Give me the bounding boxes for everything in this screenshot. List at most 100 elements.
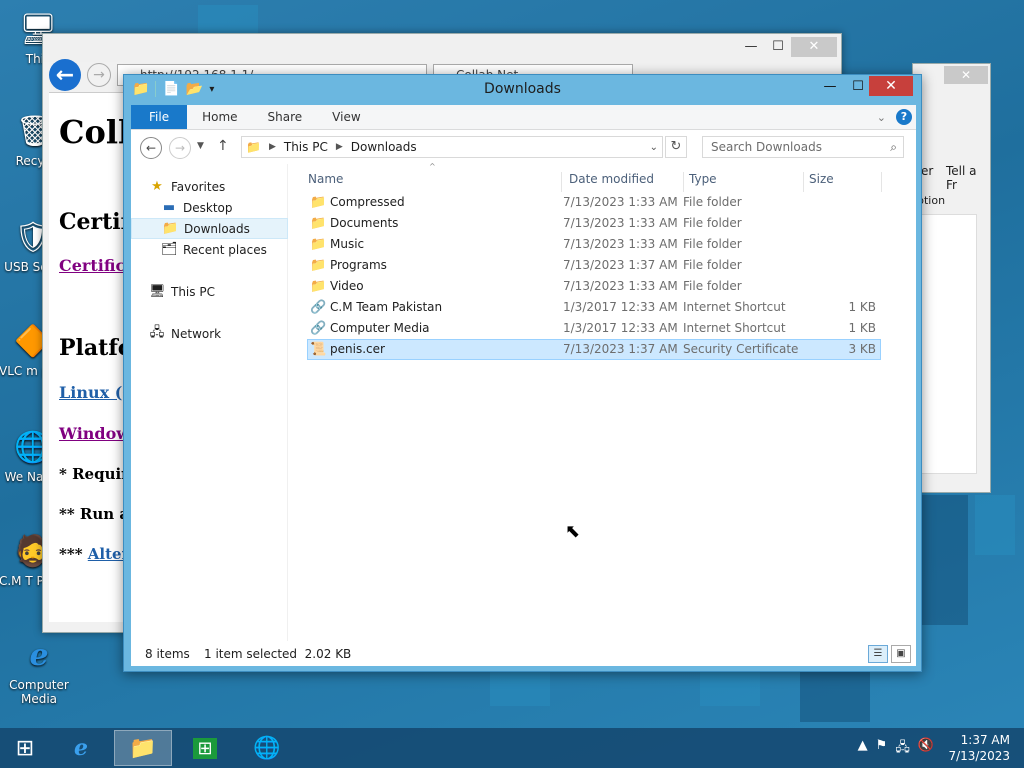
file-name: Music xyxy=(330,237,365,251)
tab-home[interactable]: Home xyxy=(187,105,252,129)
file-row[interactable]: 📁 Video 7/13/2023 1:33 AM File folder xyxy=(307,276,881,297)
nav-this-pc[interactable]: 🖥 This PC xyxy=(131,281,288,302)
breadcrumb[interactable]: 📁 ▶ This PC ▶ Downloads ⌄ xyxy=(241,136,663,158)
column-header-type[interactable]: Type xyxy=(689,172,717,192)
file-size: 1 KB xyxy=(848,300,876,314)
desktop-icon: ▬ xyxy=(162,200,176,215)
file-row[interactable]: 📁 Music 7/13/2023 1:33 AM File folder xyxy=(307,234,881,255)
file-name: C.M Team Pakistan xyxy=(330,300,443,314)
file-row[interactable]: 📁 Documents 7/13/2023 1:33 AM File folder xyxy=(307,213,881,234)
minimize-icon[interactable]: — xyxy=(816,77,844,97)
file-type: File folder xyxy=(683,216,742,230)
taskbar-store[interactable]: ⊞ xyxy=(176,730,234,766)
chevron-up-icon[interactable]: ▲ xyxy=(858,738,868,760)
file-list: ^ Name Date modified Type Size 📁 Compress… xyxy=(301,162,916,641)
desktop-tile xyxy=(800,672,870,722)
linux-link[interactable]: Linux (s xyxy=(59,383,131,402)
column-header-size[interactable]: Size xyxy=(809,172,834,192)
flag-icon[interactable]: ⚑ xyxy=(876,738,888,760)
volume-muted-icon[interactable]: 🔇 xyxy=(918,738,934,760)
tab-share[interactable]: Share xyxy=(253,105,318,129)
file-name: Documents xyxy=(330,216,399,230)
computer-icon: 🖥 xyxy=(149,284,166,299)
windows-link[interactable]: Window xyxy=(59,424,130,443)
file-name: penis.cer xyxy=(330,342,385,356)
windows-logo-icon: ⊞ xyxy=(15,735,35,761)
file-row[interactable]: 🔗 Computer Media 1/3/2017 12:33 AM Internet… xyxy=(307,318,881,339)
navigation-bar: ← → ▼ ↑ 📁 ▶ This PC ▶ Downloads ⌄ ↻ Sear… xyxy=(131,130,916,164)
file-name: Programs xyxy=(330,258,387,272)
taskbar-file-explorer[interactable]: 📁 xyxy=(114,730,172,766)
chevron-right-icon[interactable]: ▶ xyxy=(336,142,343,152)
file-name: Computer Media xyxy=(330,321,430,335)
close-icon[interactable]: ✕ xyxy=(791,37,837,57)
store-icon: ⊞ xyxy=(193,737,217,759)
status-bar: 8 items 1 item selected 2.02 KB ☰ ▣ xyxy=(131,641,916,666)
desktop-tile xyxy=(975,495,1015,555)
nav-downloads[interactable]: 📁 Downloads xyxy=(131,218,288,239)
nav-network[interactable]: 🖧 Network xyxy=(131,323,288,344)
back-arrow-icon[interactable]: ← xyxy=(49,59,81,91)
nav-recent-places[interactable]: 🗂 Recent places xyxy=(131,239,288,260)
folder-icon: 📁 xyxy=(310,258,327,273)
chevron-down-icon[interactable]: ⌄ xyxy=(650,142,658,153)
refresh-icon[interactable]: ↻ xyxy=(665,136,687,158)
file-type: File folder xyxy=(683,258,742,272)
clock[interactable]: 1:37 AM 7/13/2023 xyxy=(948,732,1010,764)
file-size: 1 KB xyxy=(848,321,876,335)
forward-arrow-icon[interactable]: → xyxy=(87,63,111,87)
internet-explorer-icon: ℯ xyxy=(29,638,49,673)
selection-info: 1 item selected 2.02 KB xyxy=(204,647,352,661)
network-icon: 🖧 xyxy=(149,324,165,340)
file-date: 1/3/2017 12:33 AM xyxy=(563,321,678,335)
file-row[interactable]: 📁 Compressed 7/13/2023 1:33 AM File folder xyxy=(307,192,881,213)
maximize-icon[interactable]: ☐ xyxy=(844,77,872,97)
network-icon[interactable]: 🖧 xyxy=(895,738,910,760)
file-date: 7/13/2023 1:33 AM xyxy=(563,216,678,230)
file-row[interactable]: 📁 Programs 7/13/2023 1:37 AM File folder xyxy=(307,255,881,276)
breadcrumb-this-pc[interactable]: This PC xyxy=(284,140,328,154)
forward-arrow-icon[interactable]: → xyxy=(169,137,191,159)
large-icons-view-icon[interactable]: ▣ xyxy=(891,645,911,663)
back-arrow-icon[interactable]: ← xyxy=(140,137,162,159)
taskbar-internet-explorer[interactable]: ℯ xyxy=(52,730,110,766)
mouse-cursor-icon: ⬉ xyxy=(565,521,581,542)
list-panel xyxy=(915,214,977,474)
folder-icon: 📁 xyxy=(129,735,157,761)
tab-file[interactable]: File xyxy=(131,105,188,129)
background-window[interactable]: ✕ er Tell a Fr ption xyxy=(912,63,991,493)
explorer-titlebar[interactable]: 📁 📄 📂 ▾ Downloads — ☐ ✕ xyxy=(124,75,921,105)
system-tray: ▲ ⚑ 🖧 🔇 xyxy=(858,738,934,760)
close-icon[interactable]: ✕ xyxy=(944,66,988,84)
search-icon[interactable]: ⌕ xyxy=(890,137,897,157)
tell-a-friend-button[interactable]: Tell a Fr xyxy=(946,164,990,192)
chevron-right-icon[interactable]: ▶ xyxy=(269,142,276,152)
folder-icon: 📁 xyxy=(310,279,327,294)
file-row[interactable]: 🔗 C.M Team Pakistan 1/3/2017 12:33 AM Inter… xyxy=(307,297,881,318)
tab-view[interactable]: View xyxy=(317,105,375,129)
certificate-icon: 📜 xyxy=(310,342,327,357)
taskbar-download-manager[interactable]: 🌐 xyxy=(238,730,296,766)
desktop-icon-computer-media[interactable]: ℯ Computer Media xyxy=(4,636,74,707)
breadcrumb-downloads[interactable]: Downloads xyxy=(351,140,417,154)
file-row[interactable]: 📜 penis.cer 7/13/2023 1:37 AM Security Cert… xyxy=(307,339,881,360)
sort-arrow-icon: ^ xyxy=(429,162,436,171)
search-input[interactable]: Search Downloads ⌕ xyxy=(702,136,904,158)
internet-explorer-icon: ℯ xyxy=(74,735,88,761)
nav-favorites[interactable]: ★ Favorites xyxy=(131,176,288,197)
ribbon-tabs: File Home Share View ⌄ ? xyxy=(131,105,916,130)
recent-locations-icon[interactable]: ▼ xyxy=(197,141,204,151)
file-type: Security Certificate xyxy=(683,342,799,356)
folder-icon: 📁 xyxy=(246,140,261,154)
downloads-folder-icon: 📁 xyxy=(162,221,179,236)
explorer-window[interactable]: 📁 📄 📂 ▾ Downloads — ☐ ✕ File Home Share … xyxy=(123,74,922,672)
start-button[interactable]: ⊞ xyxy=(0,730,50,766)
up-arrow-icon[interactable]: ↑ xyxy=(217,138,229,154)
column-header-name[interactable]: Name xyxy=(308,172,343,192)
help-icon[interactable]: ? xyxy=(896,109,912,125)
expand-ribbon-icon[interactable]: ⌄ xyxy=(877,111,886,124)
nav-desktop[interactable]: ▬ Desktop xyxy=(131,197,288,218)
close-icon[interactable]: ✕ xyxy=(869,76,913,96)
column-header-date[interactable]: Date modified xyxy=(569,172,654,192)
details-view-icon[interactable]: ☰ xyxy=(868,645,888,663)
